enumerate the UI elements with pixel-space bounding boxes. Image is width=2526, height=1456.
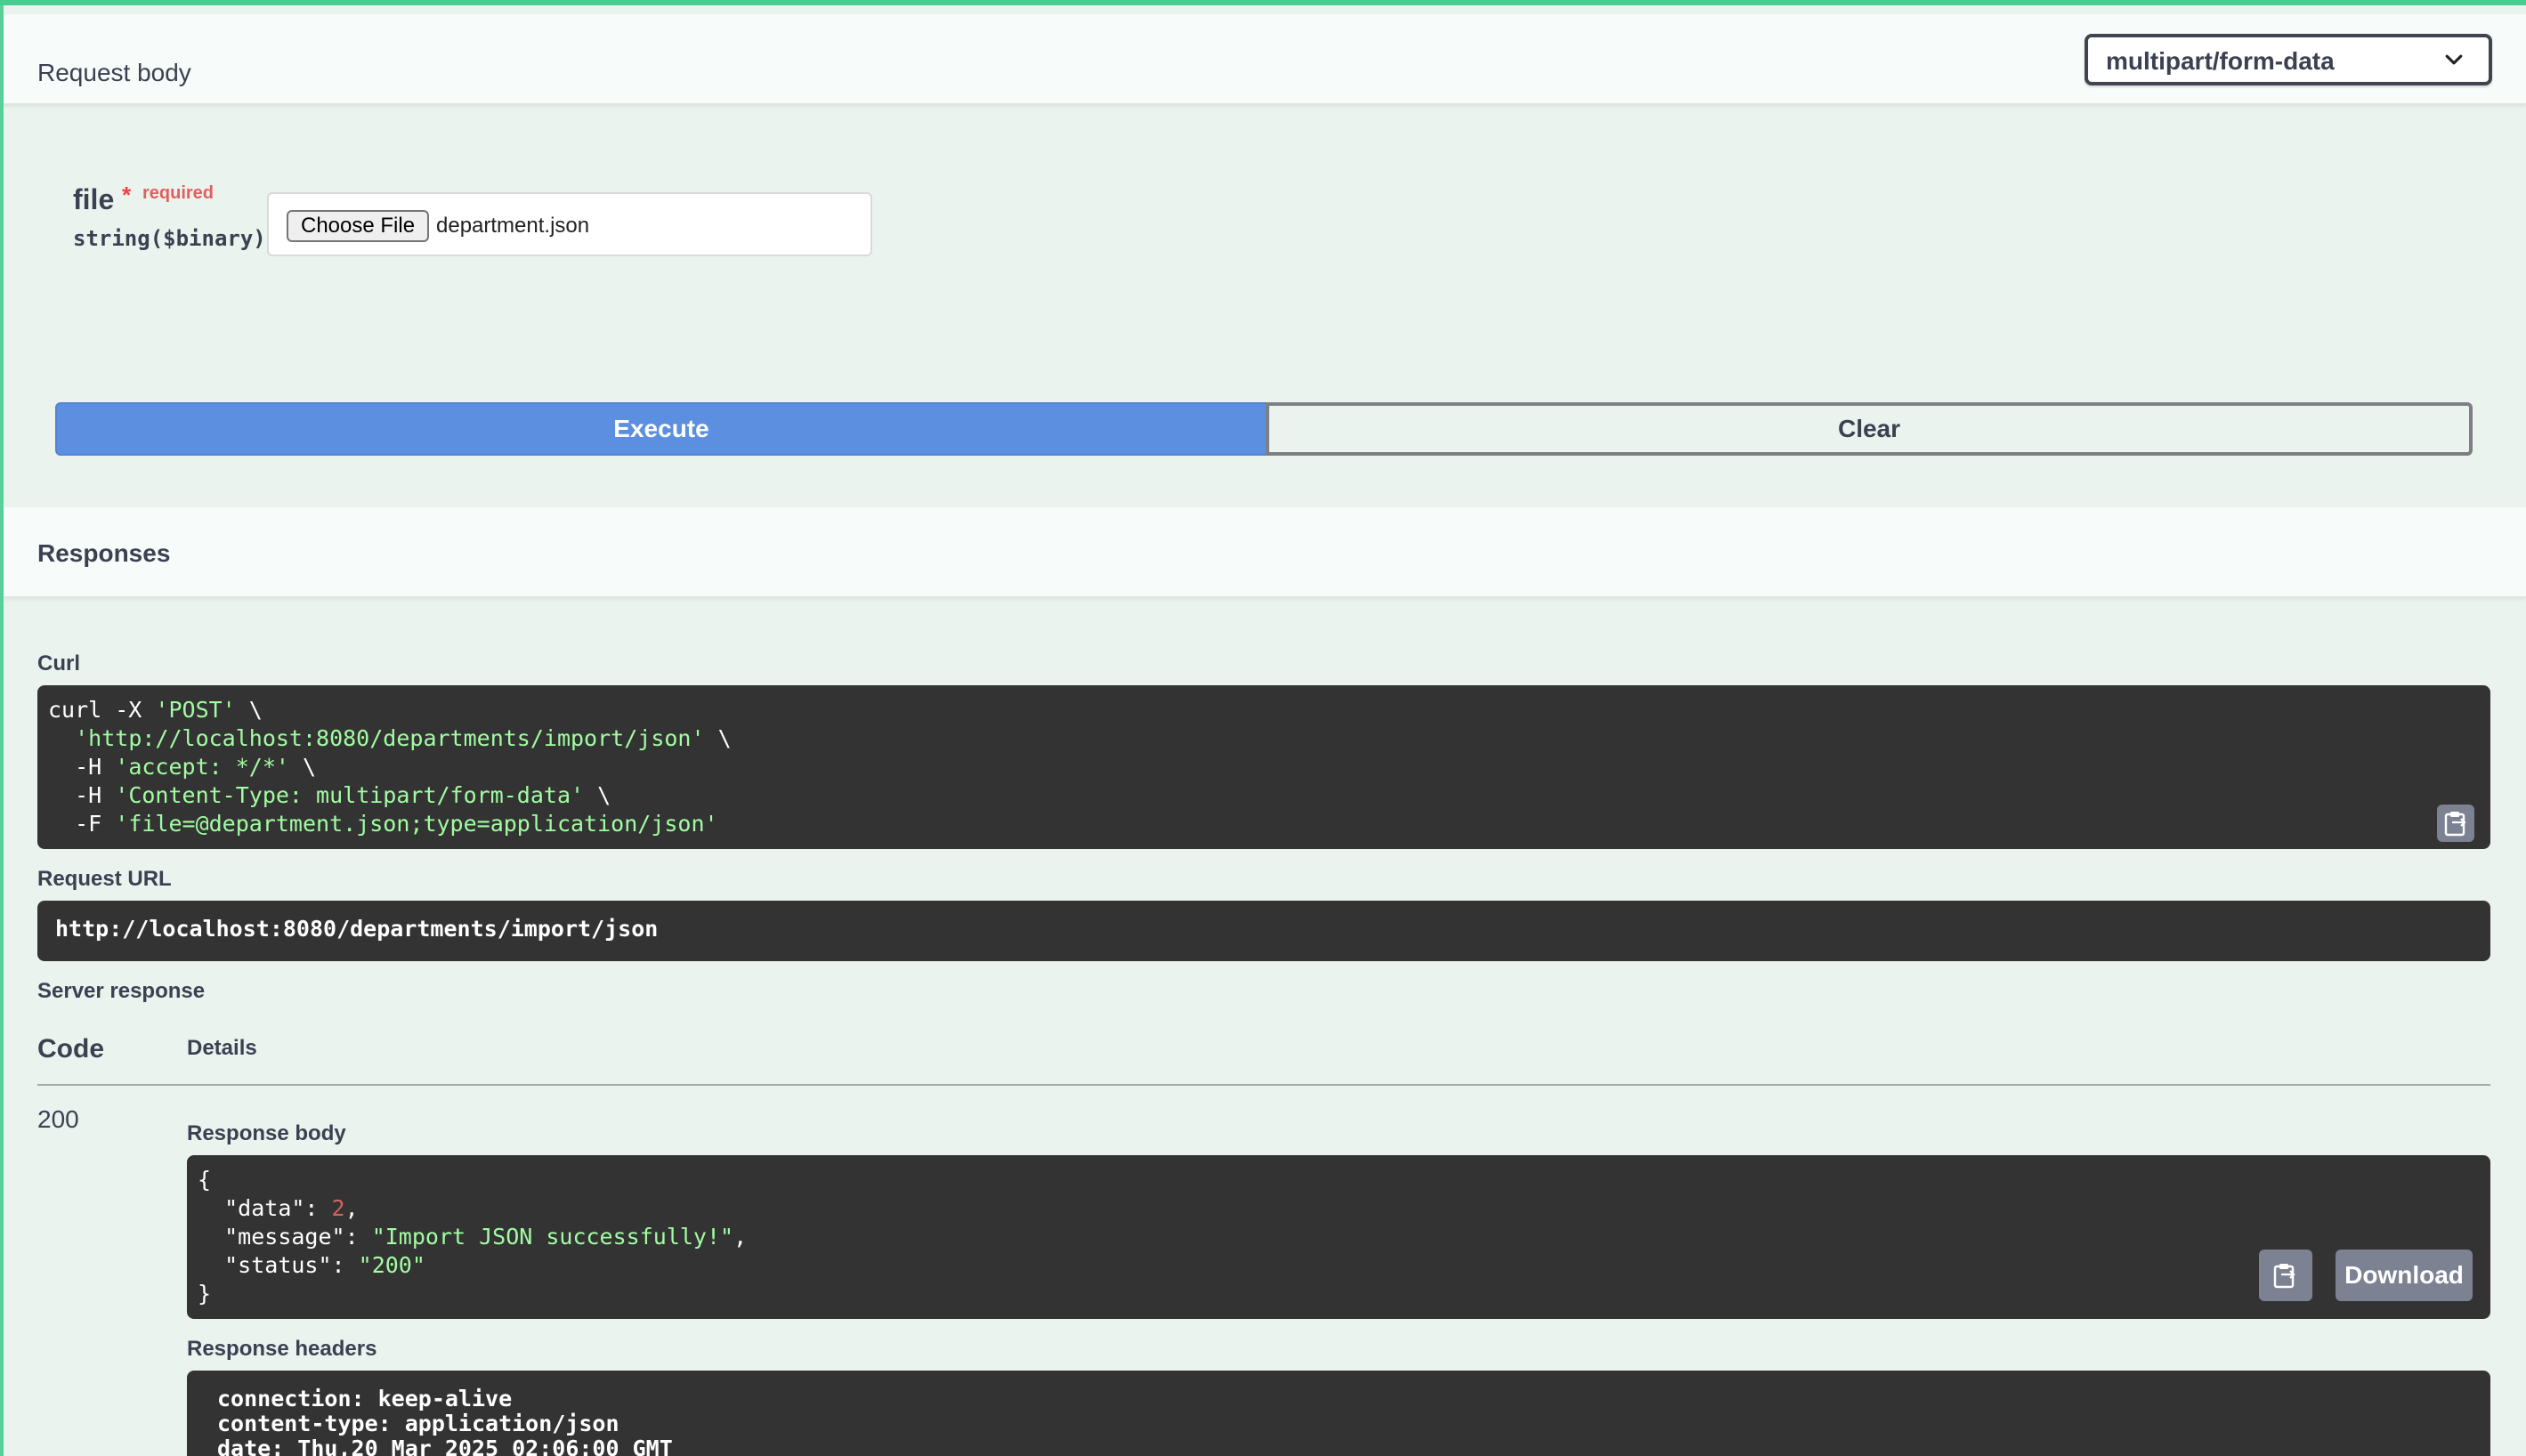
json-value-data: 2	[331, 1195, 345, 1221]
response-headers-block: connection: keep-alive content-type: appl…	[187, 1371, 2490, 1456]
curl-url: 'http://localhost:8080/departments/impor…	[75, 725, 705, 751]
curl-form-value: 'file=@department.json;type=application/…	[115, 811, 718, 837]
curl-form-flag: -F	[75, 811, 116, 837]
request-body-title: Request body	[37, 59, 191, 86]
choose-file-button[interactable]: Choose File	[287, 210, 430, 242]
content-type-select[interactable]: multipart/form-data	[2085, 34, 2492, 85]
header-line: content-type: application/json	[217, 1411, 619, 1436]
chevron-down-icon	[2445, 54, 2463, 65]
copy-curl-button[interactable]	[2437, 805, 2474, 842]
code-column-header: Code	[37, 1034, 104, 1064]
table-header-divider	[37, 1084, 2490, 1086]
curl-code-block: curl -X 'POST' \ 'http://localhost:8080/…	[37, 685, 2490, 849]
json-key-message: "message"	[224, 1224, 345, 1250]
curl-accept-header: 'accept: */*'	[115, 754, 289, 780]
param-name: file	[73, 183, 115, 215]
curl-label: Curl	[37, 651, 80, 675]
curl-content-type-header: 'Content-Type: multipart/form-data'	[115, 782, 585, 808]
response-body-block: { "data": 2, "message": "Import JSON suc…	[187, 1155, 2490, 1319]
request-body-header: Request body multipart/form-data	[4, 14, 2526, 105]
file-input[interactable]: Choose File department.json	[267, 192, 872, 256]
selected-file-name: department.json	[436, 214, 590, 238]
json-value-message: "Import JSON successfully!"	[371, 1224, 734, 1250]
download-button[interactable]: Download	[2336, 1250, 2473, 1301]
responses-header: Responses	[4, 507, 2526, 598]
responses-title: Responses	[37, 539, 171, 567]
json-value-status: "200"	[358, 1252, 425, 1278]
left-accent-border	[0, 0, 4, 1456]
json-key-status: "status"	[224, 1252, 332, 1278]
curl-method: 'POST'	[155, 697, 236, 723]
request-url-label: Request URL	[37, 867, 172, 891]
required-label: required	[142, 183, 215, 203]
header-line: connection: keep-alive	[217, 1386, 513, 1412]
top-accent-bar	[0, 0, 2526, 5]
param-type: string($binary)	[73, 226, 266, 251]
response-headers-label: Response headers	[187, 1337, 377, 1361]
clipboard-icon	[2273, 1264, 2295, 1289]
response-code: 200	[37, 1105, 79, 1133]
server-response-label: Server response	[37, 979, 206, 1003]
required-star: *	[122, 182, 132, 208]
execute-button[interactable]: Execute	[55, 402, 1267, 456]
details-column-header: Details	[187, 1036, 257, 1060]
copy-response-button[interactable]	[2259, 1250, 2312, 1301]
curl-continuation: \	[235, 697, 263, 723]
curl-command: curl -X	[48, 697, 156, 723]
content-type-value: multipart/form-data	[2106, 47, 2335, 75]
json-key-data: "data"	[224, 1195, 305, 1221]
clear-button[interactable]: Clear	[1266, 402, 2473, 456]
header-line: date: Thu,20 Mar 2025 02:06:00 GMT	[217, 1436, 673, 1456]
request-url-value: http://localhost:8080/departments/import…	[37, 901, 2490, 961]
clipboard-icon	[2444, 812, 2466, 837]
response-body-label: Response body	[187, 1121, 346, 1145]
curl-header-flag: -H	[75, 754, 116, 780]
